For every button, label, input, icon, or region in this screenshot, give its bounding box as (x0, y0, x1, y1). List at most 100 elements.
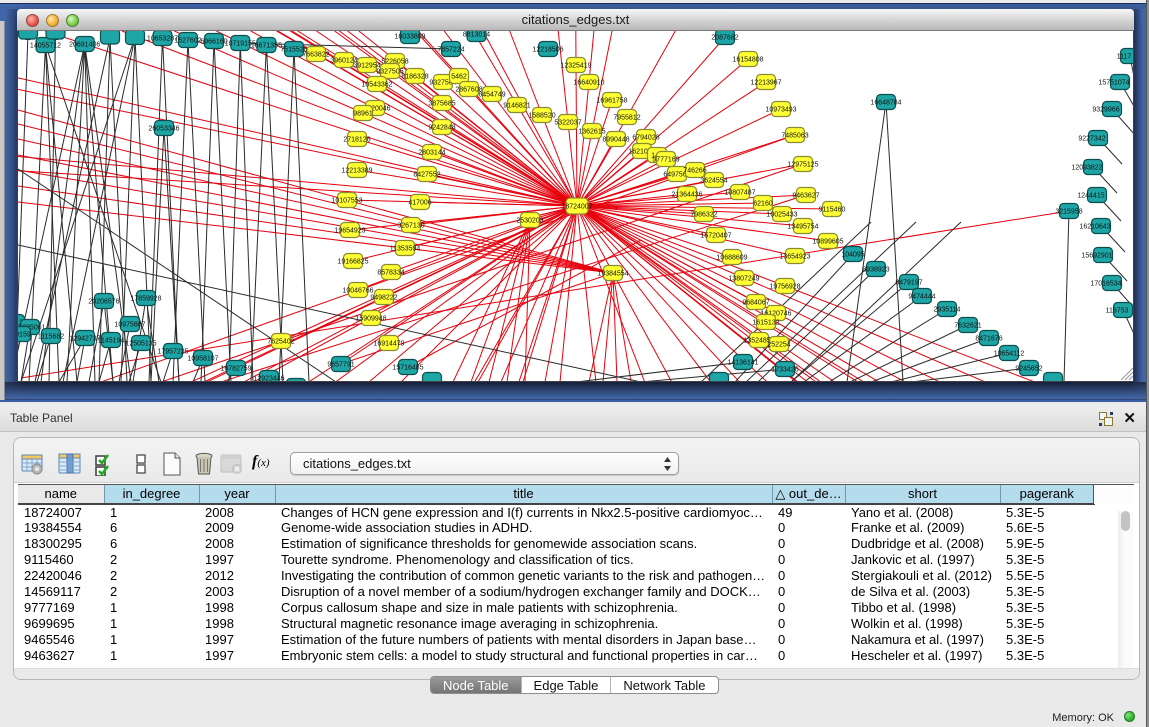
svg-text:12942737: 12942737 (69, 335, 100, 342)
svg-text:20206576: 20206576 (88, 298, 119, 305)
svg-text:13807249: 13807249 (728, 275, 759, 282)
svg-text:8938923: 8938923 (862, 266, 889, 273)
svg-text:17859928: 17859928 (130, 295, 161, 302)
svg-text:20691406: 20691406 (69, 41, 100, 48)
svg-text:15751074: 15751074 (1098, 79, 1129, 86)
svg-text:746266: 746266 (683, 167, 706, 174)
svg-text:7857224: 7857224 (437, 46, 464, 53)
svg-text:5322037: 5322037 (554, 119, 581, 126)
svg-text:2803144: 2803144 (418, 149, 445, 156)
svg-text:9329966: 9329966 (1092, 106, 1119, 113)
svg-text:10654112: 10654112 (994, 350, 1025, 357)
svg-text:5462: 5462 (451, 73, 467, 80)
svg-text:12218506: 12218506 (532, 46, 563, 53)
svg-text:21364436: 21364436 (671, 191, 702, 198)
svg-text:26053346: 26053346 (148, 125, 179, 132)
svg-text:98961: 98961 (353, 110, 373, 117)
svg-text:1115682: 1115682 (38, 333, 64, 340)
svg-text:9245652: 9245652 (1015, 365, 1042, 372)
svg-text:13654923: 13654923 (779, 253, 810, 260)
svg-text:9474444: 9474444 (908, 293, 935, 300)
svg-text:18724007: 18724007 (561, 203, 592, 210)
svg-text:6479197: 6479197 (895, 279, 922, 286)
svg-text:10958107: 10958107 (187, 355, 218, 362)
svg-text:3267130: 3267130 (397, 222, 424, 229)
svg-text:14136141: 14136141 (727, 359, 758, 366)
svg-text:1244415: 1244415 (1077, 192, 1104, 199)
svg-text:10975867: 10975867 (114, 321, 145, 328)
svg-text:2935114: 2935114 (934, 306, 961, 313)
svg-text:7485063: 7485063 (781, 132, 808, 139)
svg-text:417006: 417006 (408, 199, 431, 206)
svg-text:3624554: 3624554 (700, 177, 727, 184)
svg-text:10107553: 10107553 (331, 197, 362, 204)
svg-text:7955812: 7955812 (613, 114, 640, 121)
svg-text:15716485: 15716485 (392, 364, 423, 371)
svg-text:16210643: 16210643 (1079, 223, 1110, 230)
svg-text:9463627: 9463627 (792, 192, 819, 199)
svg-text:2718126: 2718126 (343, 136, 370, 143)
svg-text:16914479: 16914479 (373, 340, 404, 347)
svg-text:16154808: 16154808 (732, 56, 763, 63)
svg-text:8186328: 8186328 (401, 73, 428, 80)
svg-text:6966160: 6966160 (200, 38, 227, 45)
svg-text:17957225: 17957225 (157, 348, 188, 355)
svg-text:8471676: 8471676 (975, 335, 1002, 342)
svg-text:9657791: 9657791 (327, 361, 354, 368)
svg-text:16640910: 16640910 (573, 79, 604, 86)
svg-text:12213389: 12213389 (341, 167, 372, 174)
svg-text:9146821: 9146821 (503, 102, 530, 109)
svg-text:15692901: 15692901 (1081, 252, 1112, 259)
svg-text:12213967: 12213967 (750, 79, 781, 86)
svg-text:16782759: 16782759 (220, 365, 251, 372)
svg-text:10899605: 10899605 (812, 238, 843, 245)
svg-text:10046766: 10046766 (342, 287, 373, 294)
svg-text:7515526: 7515526 (280, 46, 307, 53)
svg-text:1145194: 1145194 (98, 337, 125, 344)
svg-text:39159: 39159 (18, 331, 31, 338)
svg-text:9227342: 9227342 (1078, 135, 1105, 142)
svg-text:16648784: 16648784 (870, 99, 901, 106)
svg-text:104095: 104095 (841, 251, 864, 258)
svg-text:19166825: 19166825 (337, 258, 368, 265)
svg-text:19654923: 19654923 (334, 227, 365, 234)
svg-text:15720407: 15720407 (700, 232, 731, 239)
svg-text:9684067: 9684067 (742, 299, 769, 306)
svg-text:8454749: 8454749 (478, 91, 505, 98)
svg-text:10973493: 10973493 (765, 106, 796, 113)
svg-text:2087682: 2087682 (711, 34, 738, 41)
svg-text:9327505: 9327505 (376, 68, 403, 75)
svg-text:1527602: 1527602 (174, 37, 201, 44)
svg-text:10025433: 10025433 (766, 211, 797, 218)
svg-text:9498222: 9498222 (370, 294, 397, 301)
svg-text:17016534: 17016534 (1090, 280, 1121, 287)
svg-text:8427552: 8427552 (413, 171, 440, 178)
svg-text:8813014: 8813014 (463, 31, 490, 38)
svg-text:9115460: 9115460 (819, 206, 846, 213)
svg-text:1733426: 1733426 (771, 366, 798, 373)
svg-text:3875685: 3875685 (428, 100, 455, 107)
svg-text:14055712: 14055712 (30, 42, 61, 49)
svg-text:8990448: 8990448 (602, 136, 629, 143)
svg-text:9242848: 9242848 (428, 124, 455, 131)
svg-text:13495754: 13495754 (787, 223, 818, 230)
svg-text:2530203: 2530203 (516, 217, 543, 224)
svg-text:10543362: 10543362 (361, 81, 392, 88)
svg-text:12505135: 12505135 (125, 340, 156, 347)
svg-text:8578334: 8578334 (377, 269, 404, 276)
svg-text:7632621: 7632621 (954, 322, 981, 329)
svg-text:7986322: 7986322 (690, 211, 717, 218)
svg-text:62160: 62160 (753, 200, 773, 207)
svg-text:12325419: 12325419 (560, 62, 591, 69)
svg-text:11353594: 11353594 (390, 245, 421, 252)
svg-text:1588520: 1588520 (528, 112, 555, 119)
svg-text:12923446: 12923446 (253, 375, 284, 382)
svg-text:3215958: 3215958 (1055, 208, 1082, 215)
svg-text:15909948: 15909948 (355, 315, 386, 322)
svg-text:12093822: 12093822 (1071, 164, 1102, 171)
svg-text:9777169: 9777169 (652, 156, 679, 163)
svg-text:252254: 252254 (767, 341, 790, 348)
svg-text:16033809: 16033809 (394, 33, 425, 40)
svg-text:12975125: 12975125 (787, 161, 818, 168)
svg-text:1615132: 1615132 (752, 319, 779, 326)
